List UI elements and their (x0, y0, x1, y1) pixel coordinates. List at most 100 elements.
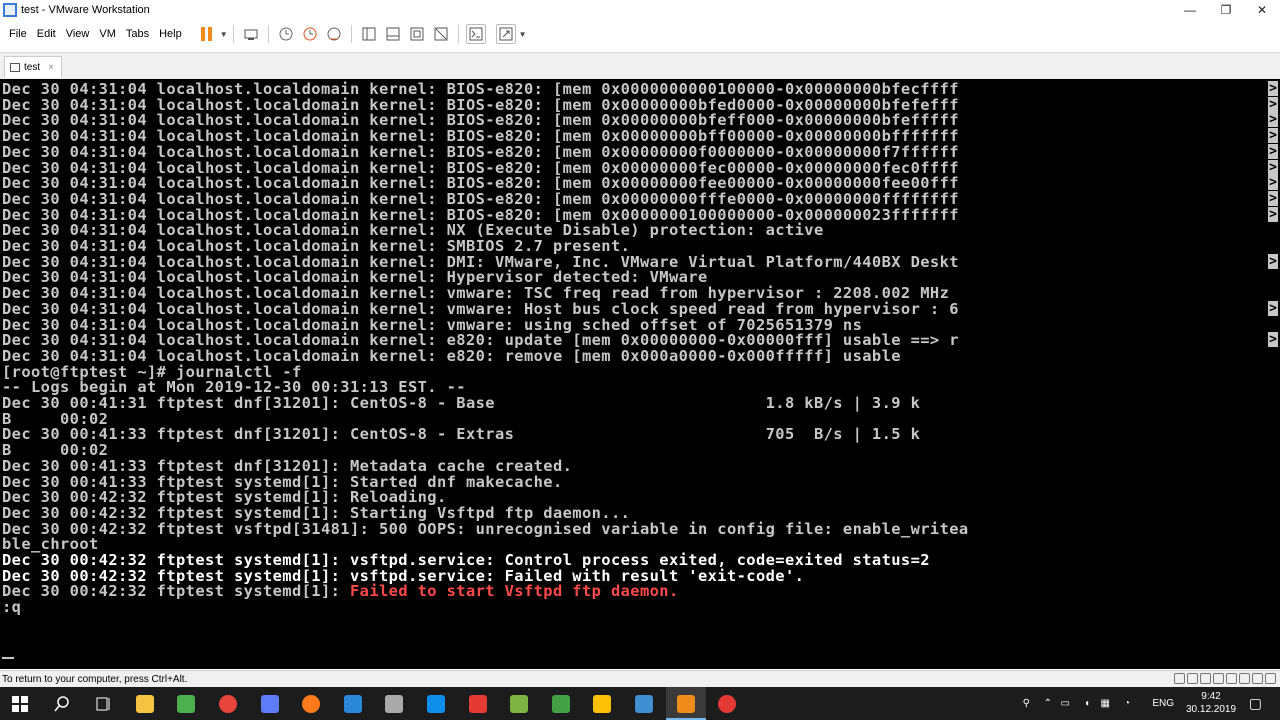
toolbar-separator (457, 25, 459, 43)
console-line: Dec 30 04:31:04 localhost.localdomain ke… (2, 160, 959, 176)
console-line: Dec 30 04:31:04 localhost.localdomain ke… (2, 81, 959, 97)
maximize-button[interactable]: ❐ (1208, 0, 1244, 20)
line-truncated-marker: > (1268, 96, 1278, 112)
taskbar-firefox[interactable] (291, 687, 331, 720)
console-line: Dec 30 04:31:04 localhost.localdomain ke… (2, 269, 708, 285)
notifications-icon[interactable]: ▢ (1249, 687, 1262, 720)
start-icon (11, 695, 29, 713)
toolbar-separator (350, 25, 352, 43)
tray-app-icon[interactable]: ▦ (1101, 687, 1110, 720)
taskbar-app-14[interactable] (541, 687, 581, 720)
network-icon[interactable] (1200, 673, 1211, 684)
console-line: Dec 30 04:31:04 localhost.localdomain ke… (2, 112, 959, 128)
taskbar-teamviewer[interactable] (416, 687, 456, 720)
console-line: Dec 30 04:31:04 localhost.localdomain ke… (2, 348, 901, 364)
vm-console[interactable]: Dec 30 04:31:04 localhost.localdomain ke… (0, 79, 1280, 669)
tray-overflow-icon[interactable]: ⌃ (1044, 687, 1052, 720)
line-truncated-marker: > (1268, 332, 1278, 348)
console-cursor (2, 657, 14, 659)
app-16-icon (635, 694, 653, 713)
line-truncated-marker: > (1268, 206, 1278, 222)
console-line-text: :q (2, 598, 22, 617)
language-indicator[interactable]: ENG (1152, 687, 1174, 720)
console-line: Dec 30 04:31:04 localhost.localdomain ke… (2, 254, 959, 270)
close-button[interactable]: ✕ (1244, 0, 1280, 20)
minimize-button[interactable]: — (1172, 0, 1208, 20)
clock[interactable]: 9:42 30.12.2019 (1186, 690, 1236, 716)
menu-help[interactable]: Help (154, 28, 187, 40)
app-9-icon (343, 694, 362, 713)
revert-snapshot-button[interactable] (300, 24, 320, 44)
app-15-icon (593, 694, 612, 713)
clock-time: 9:42 (1201, 691, 1221, 702)
console-line: Dec 30 04:31:04 localhost.localdomain ke… (2, 238, 630, 254)
unity-icon (434, 27, 448, 41)
menu-file[interactable]: File (4, 28, 32, 40)
wifi-icon[interactable]: ◔ (1124, 687, 1130, 720)
menu-edit[interactable]: Edit (32, 28, 61, 40)
unity-button[interactable] (431, 24, 451, 44)
stretch-view-button[interactable] (495, 24, 516, 44)
taskbar-app-5[interactable] (166, 687, 206, 720)
full-screen-button[interactable] (407, 24, 427, 44)
console-line: Dec 30 00:42:32 ftptest systemd[1]: vsft… (2, 552, 930, 568)
console-line: Dec 30 00:41:33 ftptest systemd[1]: Star… (2, 474, 563, 490)
send-ctrl-alt-del-button[interactable] (241, 24, 261, 44)
show-thumbnail-button[interactable] (383, 24, 403, 44)
message-log-icon[interactable] (1265, 673, 1276, 684)
console-line: ble_chroot (2, 536, 99, 552)
power-dropdown-icon[interactable]: ▼ (220, 30, 228, 39)
hdd-icon[interactable] (1174, 673, 1185, 684)
taskbar-app-16[interactable] (624, 687, 664, 720)
taskbar-recorder[interactable] (707, 687, 747, 720)
taskbar-app-7[interactable] (250, 687, 290, 720)
taskbar-app-13[interactable] (499, 687, 539, 720)
vm-tab-bar: test × (0, 52, 1280, 79)
window-titlebar: test - VMware Workstation — ❐ ✕ (0, 0, 1280, 20)
display-icon[interactable] (1252, 673, 1263, 684)
cdrom-icon[interactable] (1187, 673, 1198, 684)
line-truncated-marker: > (1268, 112, 1278, 128)
status-message: To return to your computer, press Ctrl+A… (2, 674, 188, 685)
printer-icon[interactable] (1239, 673, 1250, 684)
tab-test[interactable]: test × (4, 56, 62, 78)
taskbar-search[interactable] (42, 687, 82, 720)
snapshot-manager-icon (327, 27, 341, 41)
suspend-button[interactable] (197, 24, 217, 44)
sidebar-icon (362, 27, 376, 41)
status-bar: To return to your computer, press Ctrl+A… (0, 670, 1280, 688)
console-view-button[interactable] (465, 24, 486, 44)
usb-icon[interactable] (1213, 673, 1224, 684)
people-icon[interactable]: ⚲ (1023, 687, 1030, 720)
take-snapshot-button[interactable] (276, 24, 296, 44)
snapshot-manager-button[interactable] (324, 24, 344, 44)
taskbar-app-10[interactable] (374, 687, 414, 720)
taskbar-app-12[interactable] (458, 687, 498, 720)
taskbar-app-9[interactable] (333, 687, 373, 720)
vm-icon (10, 63, 20, 72)
line-truncated-marker: > (1268, 81, 1278, 96)
taskbar-chrome[interactable] (208, 687, 248, 720)
taskbar-task-view[interactable] (83, 687, 123, 720)
taskbar-vmware[interactable] (665, 687, 706, 720)
view-dropdown-icon[interactable]: ▼ (519, 30, 527, 39)
tab-close-icon[interactable]: × (48, 62, 54, 73)
taskbar-start[interactable] (0, 687, 40, 720)
network-tray-icon[interactable]: ▭ (1061, 687, 1070, 720)
taskbar-app-15[interactable] (582, 687, 622, 720)
line-truncated-marker: > (1268, 190, 1278, 206)
taskbar-file-explorer[interactable] (125, 687, 165, 720)
console-line: Dec 30 00:42:32 ftptest systemd[1]: vsft… (2, 568, 804, 584)
app-5-icon (177, 694, 196, 713)
show-library-button[interactable] (359, 24, 379, 44)
volume-icon[interactable]: ◖ (1084, 687, 1090, 720)
menu-view[interactable]: View (61, 28, 95, 40)
console-line: Dec 30 04:31:04 localhost.localdomain ke… (2, 301, 959, 317)
console-line: Dec 30 00:41:31 ftptest dnf[31201]: Cent… (2, 395, 920, 411)
vmware-icon (676, 694, 695, 713)
line-truncated-marker: > (1268, 253, 1278, 269)
menu-vm[interactable]: VM (94, 28, 121, 40)
sound-icon[interactable] (1226, 673, 1237, 684)
console-line: [root@ftptest ~]# journalctl -f (2, 364, 302, 380)
menu-tabs[interactable]: Tabs (121, 28, 154, 40)
